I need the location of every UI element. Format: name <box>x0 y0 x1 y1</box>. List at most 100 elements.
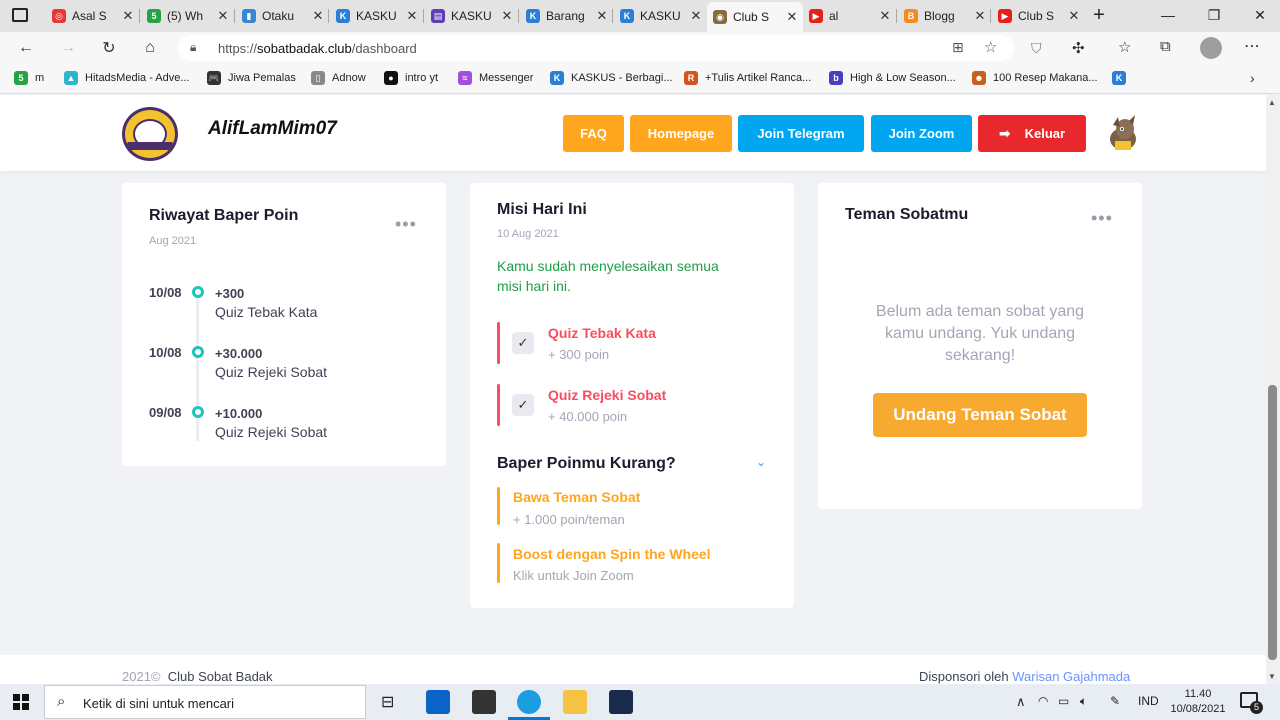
tip-title[interactable]: Bawa Teman Sobat <box>513 489 640 505</box>
browser-tab[interactable]: ▶ al ✕ <box>803 4 896 28</box>
home-icon[interactable]: ⌂ <box>136 36 164 60</box>
refresh-icon[interactable]: ↻ <box>95 36 123 60</box>
scroll-down-icon[interactable]: ▼ <box>1268 672 1276 681</box>
chevron-right-icon[interactable]: › <box>1250 70 1255 86</box>
footer-year: 2021© <box>122 669 161 684</box>
taskbar-search[interactable]: ⌕ Ketik di sini untuk mencari <box>44 685 366 719</box>
timeline-dot <box>192 346 204 358</box>
file-explorer-icon[interactable] <box>563 690 587 714</box>
browser-tab[interactable]: ◉ Club S ✕ <box>707 2 803 32</box>
browser-tab[interactable]: ▮ Otaku ✕ <box>236 4 329 28</box>
browser-tab[interactable]: K Barang ✕ <box>520 4 613 28</box>
favorite-add-icon[interactable]: ☆ <box>984 38 997 56</box>
homepage-button[interactable]: Homepage <box>630 115 732 152</box>
scrollbar-thumb[interactable] <box>1268 385 1277 660</box>
tab-title: al <box>829 9 839 23</box>
task-view-icon[interactable]: ⊟ <box>381 692 394 712</box>
bookmark-item[interactable]: ☻ 100 Resep Makana... <box>972 71 1098 85</box>
network-icon[interactable]: ◠ <box>1038 694 1048 708</box>
bookmark-item[interactable]: 5m <box>14 71 44 85</box>
close-tab-icon[interactable]: ✕ <box>878 8 892 24</box>
mission-title[interactable]: Quiz Tebak Kata <box>548 325 656 341</box>
rhino-mascot-icon[interactable] <box>1105 115 1141 153</box>
new-tab-button[interactable]: + <box>1088 4 1110 26</box>
mail-icon[interactable] <box>426 690 450 714</box>
close-tab-icon[interactable]: ✕ <box>973 8 987 24</box>
profile-avatar[interactable] <box>1200 37 1222 59</box>
browser-tab[interactable]: K KASKU ✕ <box>614 4 707 28</box>
bookmark-item[interactable]: ▲ HitadsMedia - Adve... <box>64 71 190 85</box>
club-logo[interactable] <box>122 107 178 161</box>
kurang-title[interactable]: Baper Poinmu Kurang? <box>497 455 676 473</box>
mission-title[interactable]: Quiz Rejeki Sobat <box>548 387 666 403</box>
bookmark-item[interactable]: 🎮 Jiwa Pemalas <box>207 71 296 85</box>
join-telegram-button[interactable]: Join Telegram <box>738 115 864 152</box>
close-tab-icon[interactable]: ✕ <box>500 8 514 24</box>
faq-button[interactable]: FAQ <box>563 115 624 152</box>
extensions-icon[interactable]: ✣ <box>1072 39 1085 57</box>
browser-tab[interactable]: 5 (5) Wh ✕ <box>141 4 234 28</box>
close-tab-icon[interactable]: ✕ <box>311 8 325 24</box>
browser-tab[interactable]: ◎ Asal S ✕ <box>46 4 139 28</box>
riwayat-menu-icon[interactable]: ••• <box>395 215 417 233</box>
footer-sponsor: Disponsori oleh Warisan Gajahmada <box>919 669 1130 684</box>
restore-button[interactable]: ❐ <box>1191 0 1237 30</box>
more-icon[interactable]: ⋯ <box>1244 36 1260 56</box>
browser-tab[interactable]: ▶ Club S ✕ <box>992 4 1085 28</box>
close-tab-icon[interactable]: ✕ <box>595 8 609 24</box>
bookmark-label: Jiwa Pemalas <box>228 72 296 84</box>
tip-title[interactable]: Boost dengan Spin the Wheel <box>513 546 711 562</box>
close-tab-icon[interactable]: ✕ <box>121 8 135 24</box>
browser-tab[interactable]: K KASKU ✕ <box>330 4 423 28</box>
close-tab-icon[interactable]: ✕ <box>1067 8 1081 24</box>
bookmark-item[interactable]: R +Tulis Artikel Ranca... <box>684 71 811 85</box>
tray-chevron-icon[interactable]: ∧ <box>1016 694 1026 710</box>
windows-start-icon[interactable] <box>13 694 29 710</box>
bookmark-item[interactable]: ≈ Messenger <box>458 71 533 85</box>
volume-icon[interactable]: 🔈︎ <box>1080 694 1087 709</box>
logout-button[interactable]: ➡ Keluar <box>978 115 1086 152</box>
url-text[interactable]: https://sobatbadak.club/dashboard <box>218 41 417 56</box>
close-tab-icon[interactable]: ✕ <box>689 8 703 24</box>
shield-icon[interactable]: ⛉ <box>1031 40 1042 57</box>
minimize-button[interactable]: — <box>1145 0 1191 30</box>
tab-actions-icon[interactable] <box>12 8 28 22</box>
clock[interactable]: 11.40 10/08/2021 <box>1170 687 1226 717</box>
collections-icon[interactable]: ⧉ <box>1160 38 1171 55</box>
lock-icon[interactable]: 🔒︎ <box>190 40 196 55</box>
app-icon[interactable] <box>609 690 633 714</box>
tab-title: Asal S <box>72 9 107 23</box>
close-tab-icon[interactable]: ✕ <box>216 8 230 24</box>
bookmark-item[interactable]: K <box>1112 71 1133 85</box>
close-tab-icon[interactable]: ✕ <box>785 9 799 25</box>
bookmark-item[interactable]: ▯ Adnow <box>311 71 366 85</box>
scroll-up-icon[interactable]: ▲ <box>1268 98 1276 107</box>
bookmark-item[interactable]: K KASKUS - Berbagi... <box>550 71 673 85</box>
check-icon[interactable]: ✓ <box>512 332 534 354</box>
bookmark-item[interactable]: ● intro yt <box>384 71 438 85</box>
sponsor-link[interactable]: Warisan Gajahmada <box>1012 669 1130 684</box>
close-window-button[interactable]: ✕ <box>1237 0 1280 30</box>
tab-favicon-icon: K <box>526 9 540 23</box>
browser-tab[interactable]: ▤ KASKU ✕ <box>425 4 518 28</box>
footer-brand[interactable]: Club Sobat Badak <box>168 669 273 684</box>
chevron-down-icon[interactable]: ⌄ <box>756 455 766 469</box>
invite-friend-button[interactable]: Undang Teman Sobat <box>873 393 1087 437</box>
url-field[interactable]: 🔒︎ https://sobatbadak.club/dashboard ⊞ ☆ <box>178 35 1014 61</box>
check-icon[interactable]: ✓ <box>512 394 534 416</box>
browser-tab[interactable]: B Blogg ✕ <box>898 4 991 28</box>
favorites-icon[interactable]: ☆ <box>1118 38 1131 56</box>
forward-icon[interactable]: → <box>54 36 82 60</box>
teman-menu-icon[interactable]: ••• <box>1091 209 1113 227</box>
pen-icon[interactable]: ✎ <box>1110 694 1120 708</box>
join-zoom-button[interactable]: Join Zoom <box>871 115 972 152</box>
language-indicator[interactable]: IND <box>1138 694 1159 708</box>
close-tab-icon[interactable]: ✕ <box>405 8 419 24</box>
battery-icon[interactable]: ▭ <box>1058 694 1069 708</box>
bookmark-item[interactable]: b High & Low Season... <box>829 71 956 85</box>
apps-icon[interactable]: ⊞ <box>952 39 964 56</box>
back-icon[interactable]: ← <box>12 36 40 60</box>
timeline-amount: +10.000 <box>215 406 263 421</box>
edge-icon[interactable] <box>517 690 541 714</box>
store-icon[interactable] <box>472 690 496 714</box>
